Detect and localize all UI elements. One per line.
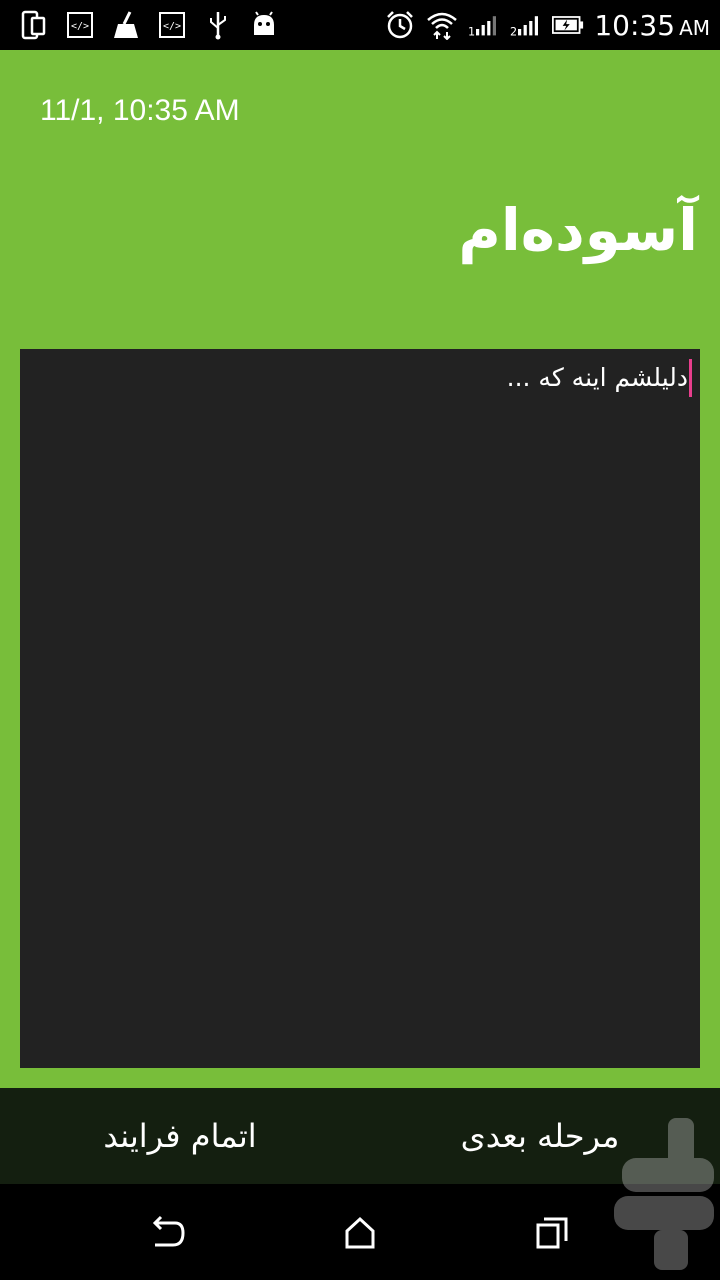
- svg-text:2: 2: [510, 25, 517, 38]
- signal-2-icon: 2: [510, 10, 542, 40]
- svg-text:</>: </>: [163, 21, 181, 32]
- note-text-area[interactable]: دلیلشم اینه که ...: [20, 349, 700, 1068]
- recent-apps-icon[interactable]: [527, 1208, 577, 1258]
- usb-icon: [202, 10, 234, 40]
- code-icon: </>: [156, 10, 188, 40]
- finish-process-button[interactable]: اتمام فرایند: [40, 1088, 320, 1184]
- status-time: 10:35 AM: [594, 8, 710, 42]
- text-cursor: [689, 359, 692, 397]
- back-icon[interactable]: [142, 1208, 192, 1258]
- signal-1-icon: 1: [468, 10, 500, 40]
- home-icon[interactable]: [335, 1208, 385, 1258]
- status-icons-left: </> </>: [18, 8, 280, 42]
- alarm-icon: [384, 10, 416, 40]
- entry-datetime: 11/1, 10:35 AM: [40, 94, 240, 127]
- cleaner-icon: [110, 10, 142, 40]
- battery-icon: [552, 10, 584, 40]
- mood-title: آسوده‌ام: [458, 196, 698, 264]
- code-icon: </>: [64, 10, 96, 40]
- wifi-icon: [426, 10, 458, 40]
- status-bar: </> </> 1 2 10:35 AM: [0, 0, 720, 50]
- android-icon: [248, 10, 280, 40]
- svg-text:</>: </>: [71, 21, 89, 32]
- svg-text:1: 1: [468, 25, 475, 38]
- status-icons-right: 1 2 10:35 AM: [384, 8, 710, 42]
- note-text[interactable]: دلیلشم اینه که ...: [507, 363, 688, 392]
- phone-icon: [18, 10, 50, 40]
- store-logo-watermark: [612, 1118, 716, 1270]
